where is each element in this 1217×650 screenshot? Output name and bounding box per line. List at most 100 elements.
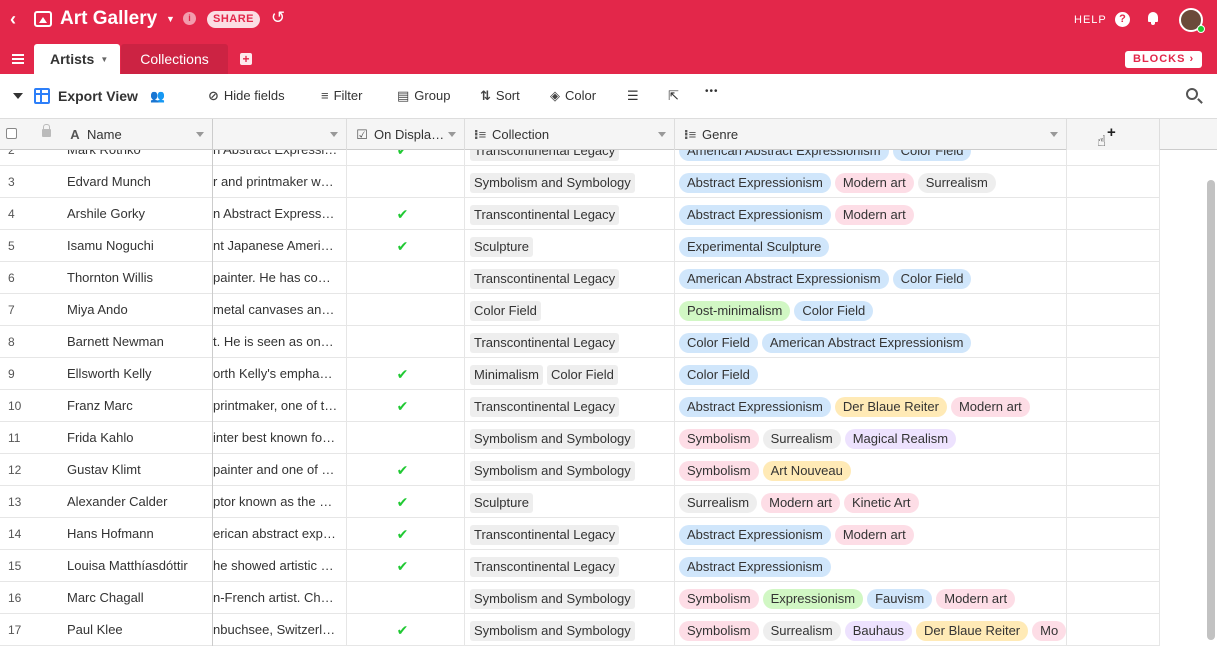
name-cell[interactable]: Isamu Noguchi: [60, 230, 213, 262]
empty-cell[interactable]: [1067, 166, 1160, 198]
name-cell[interactable]: Edvard Munch: [60, 166, 213, 198]
notes-cell[interactable]: printmaker, one of t…: [213, 390, 347, 422]
empty-cell[interactable]: [1067, 198, 1160, 230]
empty-cell[interactable]: [1067, 518, 1160, 550]
table-row[interactable]: 10 Franz Marc printmaker, one of t… ✔ Transc…: [0, 390, 1160, 422]
chevron-down-icon[interactable]: [448, 132, 456, 137]
on-display-cell[interactable]: [347, 262, 465, 294]
name-cell[interactable]: Alexander Calder: [60, 486, 213, 518]
on-display-cell[interactable]: ✔: [347, 518, 465, 550]
table-row[interactable]: 8 Barnett Newman t. He is seen as on… Trans…: [0, 326, 1160, 358]
genre-cell[interactable]: Abstract Expressionism Modern art Surreali…: [675, 166, 1067, 198]
chevron-down-icon[interactable]: [196, 132, 204, 137]
info-icon[interactable]: i: [183, 12, 196, 25]
collection-cell[interactable]: Sculpture: [465, 230, 675, 262]
collection-cell[interactable]: Symbolism and Symbology: [465, 614, 675, 646]
table-row[interactable]: 6 Thornton Willis painter. He has co… Trans…: [0, 262, 1160, 294]
column-header-notes[interactable]: [213, 119, 347, 150]
column-header-collection[interactable]: ⁝≡ Collection: [465, 119, 675, 150]
collection-cell[interactable]: Transcontinental Legacy: [465, 550, 675, 582]
notes-cell[interactable]: t. He is seen as on…: [213, 326, 347, 358]
tab-artists[interactable]: Artists ▼: [34, 44, 120, 74]
on-display-cell[interactable]: ✔: [347, 390, 465, 422]
notes-cell[interactable]: ptor known as the …: [213, 486, 347, 518]
empty-cell[interactable]: [1067, 582, 1160, 614]
collection-cell[interactable]: Transcontinental Legacy: [465, 198, 675, 230]
table-row[interactable]: 5 Isamu Noguchi nt Japanese Ameri… ✔ Sculptu…: [0, 230, 1160, 262]
column-header-name[interactable]: A Name: [60, 119, 213, 150]
name-cell[interactable]: Marc Chagall: [60, 582, 213, 614]
empty-cell[interactable]: [1067, 326, 1160, 358]
empty-cell[interactable]: [1067, 486, 1160, 518]
name-cell[interactable]: Frida Kahlo: [60, 422, 213, 454]
collection-cell[interactable]: Sculpture: [465, 486, 675, 518]
genre-cell[interactable]: American Abstract Expressionism Color Fie…: [675, 262, 1067, 294]
base-title[interactable]: Art Gallery: [60, 8, 157, 30]
genre-cell[interactable]: Abstract Expressionism Modern art: [675, 518, 1067, 550]
share-button[interactable]: SHARE: [207, 11, 261, 28]
on-display-cell[interactable]: ✔: [347, 454, 465, 486]
notes-cell[interactable]: nbuchsee, Switzerl…: [213, 614, 347, 646]
empty-cell[interactable]: [1067, 454, 1160, 486]
empty-cell[interactable]: [1067, 262, 1160, 294]
genre-cell[interactable]: Abstract Expressionism Modern art: [675, 198, 1067, 230]
empty-cell[interactable]: [1067, 422, 1160, 454]
name-cell[interactable]: Thornton Willis: [60, 262, 213, 294]
collection-cell[interactable]: Transcontinental Legacy: [465, 518, 675, 550]
table-row[interactable]: 17 Paul Klee nbuchsee, Switzerl… ✔ Symbolism…: [0, 614, 1160, 646]
table-row[interactable]: 12 Gustav Klimt painter and one of … ✔ Symbo…: [0, 454, 1160, 486]
table-row[interactable]: 15 Louisa Matthíasdóttir he showed artisti…: [0, 550, 1160, 582]
more-options-icon[interactable]: •••: [705, 86, 719, 97]
genre-cell[interactable]: Symbolism Expressionism Fauvism Modern art: [675, 582, 1067, 614]
empty-cell[interactable]: [1067, 230, 1160, 262]
sort-button[interactable]: ⇅ Sort: [480, 88, 520, 104]
empty-cell[interactable]: [1067, 550, 1160, 582]
on-display-cell[interactable]: [347, 294, 465, 326]
genre-cell[interactable]: Color Field American Abstract Expressioni…: [675, 326, 1067, 358]
row-height-icon[interactable]: ☰: [627, 88, 639, 104]
collection-cell[interactable]: Symbolism and Symbology: [465, 166, 675, 198]
collection-cell[interactable]: Transcontinental Legacy: [465, 326, 675, 358]
vertical-scrollbar[interactable]: [1207, 180, 1215, 640]
notes-cell[interactable]: erican abstract exp…: [213, 518, 347, 550]
on-display-cell[interactable]: ✔: [347, 230, 465, 262]
history-icon[interactable]: ↺: [271, 8, 285, 28]
chevron-down-icon[interactable]: [330, 132, 338, 137]
table-row[interactable]: 3 Edvard Munch r and printmaker w… Symbolis…: [0, 166, 1160, 198]
table-row[interactable]: 9 Ellsworth Kelly orth Kelly's empha… ✔ Mini…: [0, 358, 1160, 390]
on-display-cell[interactable]: ✔: [347, 614, 465, 646]
chevron-down-icon[interactable]: [1050, 132, 1058, 137]
collection-cell[interactable]: Minimalism Color Field: [465, 358, 675, 390]
genre-cell[interactable]: Symbolism Surrealism Bauhaus Der Blaue Reit…: [675, 614, 1067, 646]
collection-cell[interactable]: Symbolism and Symbology: [465, 422, 675, 454]
empty-cell[interactable]: [1067, 294, 1160, 326]
view-list-toggle-icon[interactable]: [13, 93, 23, 99]
hide-fields-button[interactable]: ⊘ Hide fields: [208, 88, 285, 104]
table-row[interactable]: 7 Miya Ando metal canvases an… Color Field P…: [0, 294, 1160, 326]
column-header-genre[interactable]: ⁝≡ Genre: [675, 119, 1067, 150]
name-cell[interactable]: Paul Klee: [60, 614, 213, 646]
empty-cell[interactable]: [1067, 358, 1160, 390]
genre-cell[interactable]: Abstract Expressionism Der Blaue Reiter Mo…: [675, 390, 1067, 422]
notes-cell[interactable]: n Abstract Express…: [213, 198, 347, 230]
genre-cell[interactable]: Abstract Expressionism: [675, 550, 1067, 582]
table-row[interactable]: 4 Arshile Gorky n Abstract Express… ✔ Transc…: [0, 198, 1160, 230]
group-button[interactable]: ▤ Group: [397, 88, 450, 104]
genre-cell[interactable]: Post-minimalism Color Field: [675, 294, 1067, 326]
genre-cell[interactable]: Color Field: [675, 358, 1067, 390]
search-icon[interactable]: [1186, 88, 1198, 100]
notes-cell[interactable]: nt Japanese Ameri…: [213, 230, 347, 262]
collection-cell[interactable]: Color Field: [465, 294, 675, 326]
view-name[interactable]: Export View: [58, 88, 138, 104]
collection-cell[interactable]: Transcontinental Legacy: [465, 262, 675, 294]
collection-cell[interactable]: Transcontinental Legacy: [465, 390, 675, 422]
notes-cell[interactable]: he showed artistic …: [213, 550, 347, 582]
filter-button[interactable]: ≡ Filter: [321, 88, 362, 103]
blocks-button[interactable]: BLOCKS ›: [1125, 51, 1203, 68]
genre-cell[interactable]: Surrealism Modern art Kinetic Art: [675, 486, 1067, 518]
genre-cell[interactable]: Experimental Sculpture: [675, 230, 1067, 262]
color-button[interactable]: ◈ Color: [550, 88, 596, 104]
name-cell[interactable]: Franz Marc: [60, 390, 213, 422]
notes-cell[interactable]: r and printmaker w…: [213, 166, 347, 198]
table-row[interactable]: 16 Marc Chagall n-French artist. Ch… Symbol…: [0, 582, 1160, 614]
